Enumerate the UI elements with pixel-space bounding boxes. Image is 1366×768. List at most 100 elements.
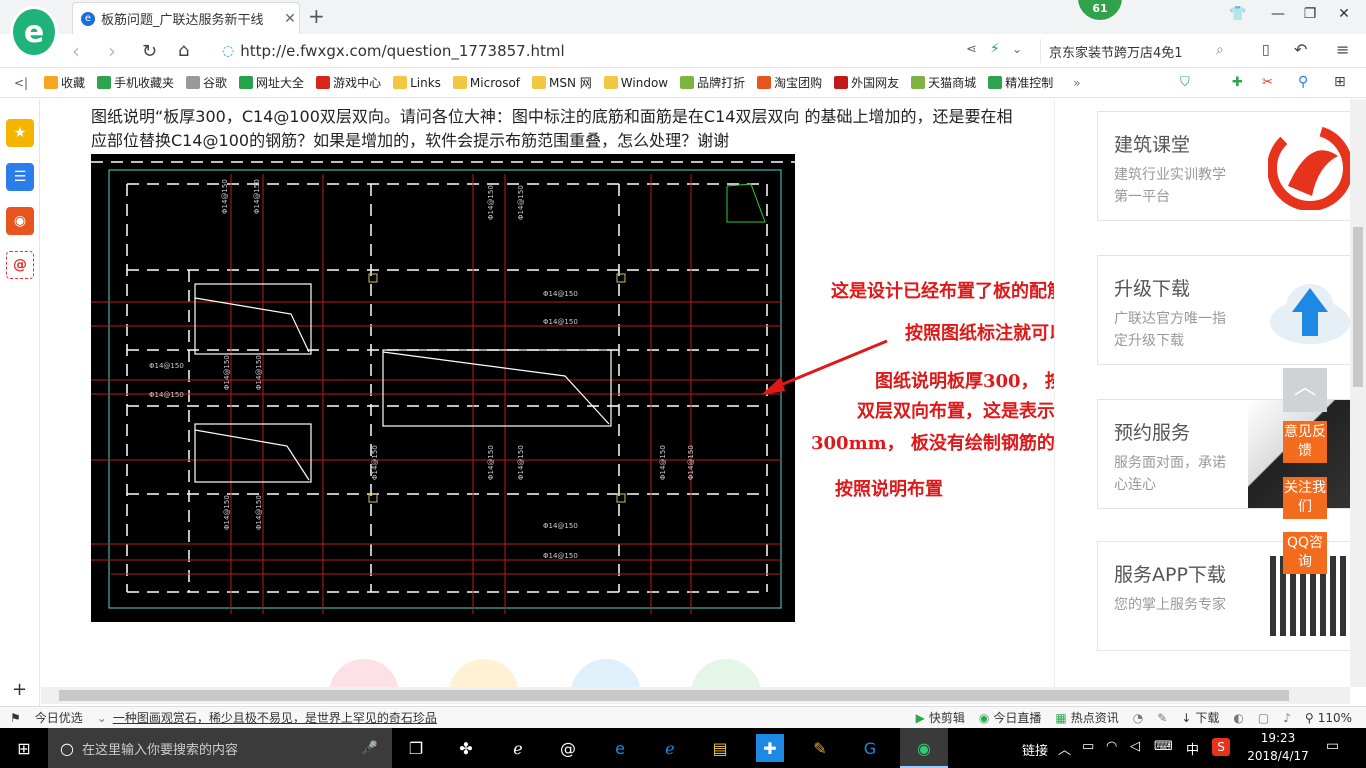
favorites-star-icon[interactable]: ★ — [6, 119, 34, 147]
share-icon[interactable]: ⋖ — [966, 42, 977, 57]
status-item-news[interactable]: ▦ 热点资讯 — [1055, 709, 1118, 726]
tray-volume-icon[interactable]: ◁ — [1130, 739, 1140, 754]
bookmark-item[interactable]: 谷歌 — [186, 74, 227, 91]
tray-expand-icon[interactable]: ︿ — [1058, 739, 1071, 758]
speed-gauge-icon[interactable]: ◔ — [1133, 711, 1143, 725]
bookmark-item[interactable]: Microsof — [452, 76, 520, 90]
tray-date[interactable]: 2018/4/17 — [1242, 749, 1314, 763]
bookmark-item[interactable]: Links — [393, 76, 441, 90]
app-notes-icon[interactable]: ✎ — [806, 734, 834, 762]
feedback-button[interactable]: 意见反馈 — [1283, 421, 1327, 463]
email-icon[interactable]: @ — [6, 251, 34, 279]
taskbar-active-app[interactable]: ◉ — [900, 728, 948, 768]
search-input[interactable]: 京东家装节跨万店4免1 — [1040, 39, 1236, 63]
minimize-icon[interactable]: — — [1268, 6, 1288, 22]
bookmark-item[interactable]: 网址大全 — [239, 74, 304, 91]
apps-icon[interactable]: ⊞ — [1334, 74, 1346, 90]
tab-close-icon[interactable]: ✕ — [281, 11, 299, 27]
windows-start-icon[interactable]: ⊞ — [10, 734, 38, 762]
menu-icon[interactable]: ≡ — [1336, 40, 1349, 59]
pin-icon[interactable]: ✎ — [1157, 711, 1167, 725]
status-item-live[interactable]: ◉ 今日直播 — [979, 709, 1042, 726]
card-shengji-xiazai[interactable]: 升级下载 广联达官方唯一指定升级下载 — [1097, 255, 1350, 365]
tray-sogou-icon[interactable]: S — [1212, 738, 1230, 756]
follow-us-button[interactable]: 关注我们 — [1283, 477, 1327, 519]
bookmark-item[interactable]: 外国网友 — [834, 74, 899, 91]
browser-logo-icon[interactable]: e — [10, 6, 58, 58]
notification-badge[interactable]: 61 — [1078, 0, 1122, 20]
translate-icon[interactable]: ✚ — [1232, 75, 1243, 90]
app-360-browser-icon[interactable]: ℯ — [504, 734, 532, 762]
horizontal-scrollbar[interactable] — [41, 687, 1350, 704]
tray-ime-label[interactable]: 中 — [1186, 739, 1199, 758]
bookmark-item[interactable]: 收藏 — [44, 74, 85, 91]
window-icon[interactable]: ▢ — [1258, 711, 1269, 725]
shield-icon[interactable]: ⛉ — [1180, 75, 1190, 90]
forward-icon[interactable]: › — [108, 39, 116, 63]
horizontal-scroll-thumb[interactable] — [59, 690, 1289, 701]
news-headline-link[interactable]: 一种图画观赏石，稀少且极不易见，是世界上罕见的奇石珍品 — [113, 709, 437, 726]
back-icon[interactable]: ‹ — [72, 39, 80, 63]
volume-icon[interactable]: ♪ — [1283, 711, 1291, 725]
tray-time[interactable]: 19:23 — [1248, 731, 1308, 745]
action-center-icon[interactable]: ▭ — [1326, 738, 1339, 754]
top-circle-icon[interactable] — [691, 659, 761, 687]
app-file-explorer-icon[interactable]: ▤ — [706, 734, 734, 762]
vertical-scroll-thumb[interactable] — [1353, 227, 1363, 387]
close-window-icon[interactable]: ✕ — [1334, 6, 1354, 22]
refresh-icon[interactable]: ↻ — [142, 41, 157, 62]
search-icon[interactable]: ⌕ — [1216, 42, 1224, 58]
card-jianzhu-ketang[interactable]: 建筑课堂 建筑行业实训教学第一平台 — [1097, 111, 1350, 221]
zoom-level[interactable]: ⚲ 110% — [1305, 711, 1352, 725]
download-button[interactable]: ↓ 下载 — [1181, 709, 1219, 726]
skin-icon[interactable]: 👕 — [1228, 6, 1248, 22]
chevron-down-icon[interactable]: ⌄ — [97, 711, 107, 725]
qq-consult-button[interactable]: QQ咨询 — [1283, 532, 1327, 574]
taskbar-search-input[interactable]: ○ 在这里输入你要搜索的内容 🎤 — [48, 728, 392, 768]
browser-status-icon[interactable]: ◐ — [1233, 711, 1243, 725]
new-tab-icon[interactable]: + — [308, 4, 325, 28]
task-view-icon[interactable]: ❐ — [402, 734, 430, 762]
bookmark-item[interactable]: 手机收藏夹 — [97, 74, 174, 91]
tray-wifi-icon[interactable]: ◠ — [1106, 739, 1117, 754]
app-ie-icon[interactable]: ℯ — [656, 734, 684, 762]
bookmark-item[interactable]: 游戏中心 — [316, 74, 381, 91]
bookmark-item[interactable]: 淘宝团购 — [757, 74, 822, 91]
app-swirl-icon[interactable]: @ — [554, 734, 582, 762]
restore-icon[interactable]: ❐ — [1300, 6, 1320, 22]
like-circle-icon[interactable] — [329, 659, 399, 687]
phone-icon[interactable]: ▯ — [1262, 42, 1270, 58]
tray-keyboard-icon[interactable]: ⌨ — [1154, 739, 1173, 754]
undo-icon[interactable]: ↶ — [1294, 40, 1307, 59]
app-pinwheel-icon[interactable]: ✤ — [452, 734, 480, 762]
app-glodon-icon[interactable]: G — [856, 734, 884, 762]
bookmark-item[interactable]: 天猫商城 — [911, 74, 976, 91]
app-tool-icon[interactable]: ✚ — [756, 734, 784, 762]
reading-list-icon[interactable]: ☰ — [6, 163, 34, 191]
magnifier-icon[interactable]: ⚲ — [1298, 74, 1308, 90]
chevron-down-icon[interactable]: ⌄ — [1012, 42, 1022, 56]
speed-icon[interactable]: ⚡ — [990, 41, 1000, 57]
microphone-icon[interactable]: 🎤 — [362, 741, 378, 756]
browser-tab[interactable]: e 板筋问题_广联达服务新干线 ✕ — [72, 2, 300, 34]
back-to-top-icon[interactable]: ︿ — [1283, 368, 1327, 412]
more-bookmarks-icon[interactable]: » — [1073, 76, 1080, 90]
add-sidebar-icon[interactable]: + — [12, 679, 27, 700]
bookmark-item[interactable]: MSN 网 — [532, 74, 592, 91]
bookmark-item[interactable]: Window — [603, 76, 668, 90]
tray-battery-icon[interactable]: ▭ — [1082, 739, 1094, 754]
scissors-icon[interactable]: ✂ — [1262, 75, 1273, 90]
url-input[interactable]: ◌ http://e.fwxgx.com/question_1773857.ht… — [222, 38, 1002, 64]
status-item-kuaijianji[interactable]: ▶ 快剪辑 — [916, 709, 965, 726]
bookmark-item[interactable]: 精准控制 — [988, 74, 1053, 91]
tray-link-label[interactable]: 链接 — [1022, 740, 1048, 759]
home-icon[interactable]: ⌂ — [178, 40, 189, 61]
sidebar-toggle-icon[interactable]: <| — [14, 76, 28, 90]
share-circle-icon[interactable] — [571, 659, 641, 687]
news-label[interactable]: 今日优选 — [35, 709, 83, 726]
favorite-circle-icon[interactable] — [449, 659, 519, 687]
weibo-icon[interactable]: ◉ — [6, 207, 34, 235]
app-edge-icon[interactable]: e — [606, 734, 634, 762]
bookmark-item[interactable]: 品牌打折 — [680, 74, 745, 91]
vertical-scrollbar[interactable] — [1350, 99, 1366, 687]
